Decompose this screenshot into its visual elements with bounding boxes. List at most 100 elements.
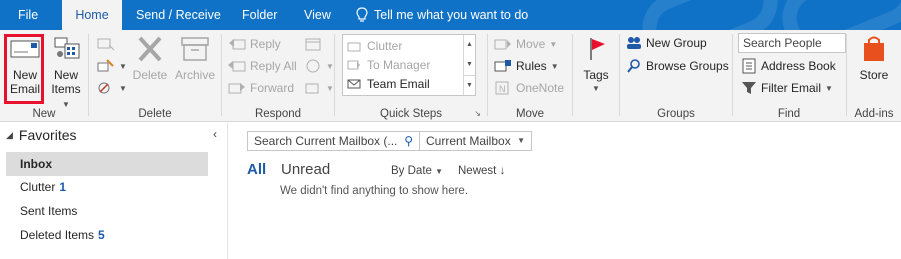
ignore-button[interactable] <box>97 34 115 54</box>
ignore-icon <box>97 38 115 51</box>
filter-all-tab[interactable]: All <box>247 161 266 178</box>
rules-icon <box>494 60 511 72</box>
ribbon-group-new: New Email New Items ▼ New <box>0 30 88 122</box>
tab-send-receive[interactable]: Send / Receive <box>126 0 231 30</box>
unread-count: 5 <box>98 228 105 242</box>
move-icon <box>494 39 511 50</box>
tab-bar-decoration <box>771 0 901 30</box>
new-group-button[interactable]: New Group <box>626 33 707 53</box>
tab-file[interactable]: File <box>8 0 48 30</box>
search-icon[interactable]: ⚲ <box>404 132 413 150</box>
browse-groups-button[interactable]: Browse Groups <box>626 56 729 76</box>
ribbon-tab-bar: File Home Send / Receive Folder View Tel… <box>0 0 901 30</box>
group-label-new: New <box>32 108 56 120</box>
group-label-delete: Delete <box>138 108 172 120</box>
store-icon <box>864 36 884 61</box>
folder-deleted-items[interactable]: Deleted Items 5 <box>6 223 208 247</box>
archive-label: Archive <box>174 68 215 82</box>
message-list-pane: Search Current Mailbox (... ⚲ Current Ma… <box>229 123 901 259</box>
im-icon <box>306 59 320 73</box>
store-label: Store <box>859 68 889 82</box>
reply-icon <box>229 39 246 50</box>
search-people-input[interactable]: Search People <box>738 33 846 53</box>
arrow-down-icon: ↓ <box>499 165 506 177</box>
chevron-down-icon: ▼ <box>435 167 444 176</box>
more-icon <box>305 83 319 94</box>
folder-sent-items[interactable]: Sent Items <box>6 199 208 223</box>
new-email-highlight <box>4 34 44 104</box>
favorites-header[interactable]: ◢ Favorites <box>6 127 77 143</box>
more-respond-button[interactable]: ▼ <box>304 78 334 98</box>
new-items-label-1: New <box>53 68 78 82</box>
ribbon-group-move: Move ▼ Rules ▼ N OneNote Move <box>488 30 572 122</box>
group-label-respond: Respond <box>254 108 302 120</box>
move-button[interactable]: Move ▼ <box>494 34 557 54</box>
reply-all-button[interactable]: Reply All <box>228 56 297 76</box>
ribbon-group-tags: Tags ▼ <box>573 30 619 122</box>
reply-all-icon <box>228 61 246 72</box>
search-icon <box>627 59 640 73</box>
junk-icon <box>98 82 110 94</box>
ribbon-group-groups: New Group Browse Groups Groups <box>620 30 732 122</box>
tab-bar-decoration <box>631 0 789 30</box>
group-label-move: Move <box>515 108 545 120</box>
clean-up-icon <box>97 59 114 72</box>
flag-icon <box>590 38 605 60</box>
tags-caret: ▼ <box>592 84 600 93</box>
onenote-button[interactable]: N OneNote <box>494 78 564 98</box>
tags-label: Tags <box>583 68 609 82</box>
archive-button[interactable]: Archive <box>173 34 217 82</box>
junk-button[interactable]: ▼ <box>97 78 127 98</box>
lightbulb-icon <box>356 7 368 22</box>
clean-up-button[interactable]: ▼ <box>97 56 127 76</box>
ribbon-group-quick-steps: Quick Steps ↘ <box>335 30 487 122</box>
filter-email-button[interactable]: Filter Email ▼ <box>741 78 833 98</box>
new-items-icon <box>54 37 80 59</box>
folder-inbox[interactable]: Inbox <box>6 152 208 176</box>
folder-clutter[interactable]: Clutter 1 <box>6 175 208 199</box>
delete-icon <box>138 36 162 62</box>
rules-button[interactable]: Rules ▼ <box>494 56 559 76</box>
expand-triangle-icon: ◢ <box>6 129 13 140</box>
filter-unread-tab[interactable]: Unread <box>281 161 330 178</box>
im-reply-button[interactable]: ▼ <box>304 56 334 76</box>
tab-view[interactable]: View <box>294 0 341 30</box>
store-button[interactable]: Store <box>853 34 895 82</box>
ribbon-group-addins: Store Add-ins <box>847 30 901 122</box>
group-label-groups: Groups <box>657 108 695 120</box>
forward-icon <box>228 83 245 94</box>
sort-by-dropdown[interactable]: By Date ▼ <box>391 165 443 177</box>
chevron-down-icon: ▼ <box>517 136 525 145</box>
group-label-addins: Add-ins <box>854 108 894 120</box>
search-scope-dropdown[interactable]: Current Mailbox ▼ <box>420 131 532 151</box>
meeting-icon <box>305 38 321 51</box>
tab-home[interactable]: Home <box>62 0 122 30</box>
search-mailbox-input[interactable]: Search Current Mailbox (... ⚲ <box>247 131 420 151</box>
onenote-icon: N <box>495 81 509 95</box>
dialog-launcher-icon[interactable]: ↘ <box>474 109 481 118</box>
group-label-quick-steps: Quick Steps <box>380 108 442 120</box>
meeting-reply-button[interactable] <box>304 34 322 54</box>
empty-list-message: We didn't find anything to show here. <box>280 185 469 197</box>
ribbon-group-respond: Reply Reply All Forward ▼ ▼ Respond <box>222 30 334 122</box>
tags-button[interactable]: Tags ▼ <box>577 34 615 96</box>
tab-folder[interactable]: Folder <box>232 0 287 30</box>
address-book-icon <box>742 58 756 74</box>
tell-me-label: Tell me what you want to do <box>374 8 529 22</box>
people-group-icon <box>627 37 641 49</box>
tell-me-box[interactable]: Tell me what you want to do <box>346 0 538 30</box>
unread-count: 1 <box>59 180 67 194</box>
new-items-button[interactable]: New Items ▼ <box>48 34 84 112</box>
delete-label: Delete <box>132 68 168 82</box>
reply-button[interactable]: Reply <box>228 34 281 54</box>
sort-order-toggle[interactable]: Newest ↓ <box>458 165 505 177</box>
collapse-pane-icon[interactable]: ‹ <box>213 127 217 141</box>
filter-icon <box>742 82 756 94</box>
group-label-find: Find <box>777 108 801 120</box>
delete-button[interactable]: Delete <box>131 34 169 82</box>
favorites-title: Favorites <box>18 127 77 143</box>
ribbon-group-delete: ▼ ▼ Delete Archive Delete <box>89 30 221 122</box>
folder-pane: ◢ Favorites ‹ Inbox Clutter 1 Sent Items … <box>0 123 228 259</box>
address-book-button[interactable]: Address Book <box>741 56 836 76</box>
forward-button[interactable]: Forward <box>228 78 294 98</box>
